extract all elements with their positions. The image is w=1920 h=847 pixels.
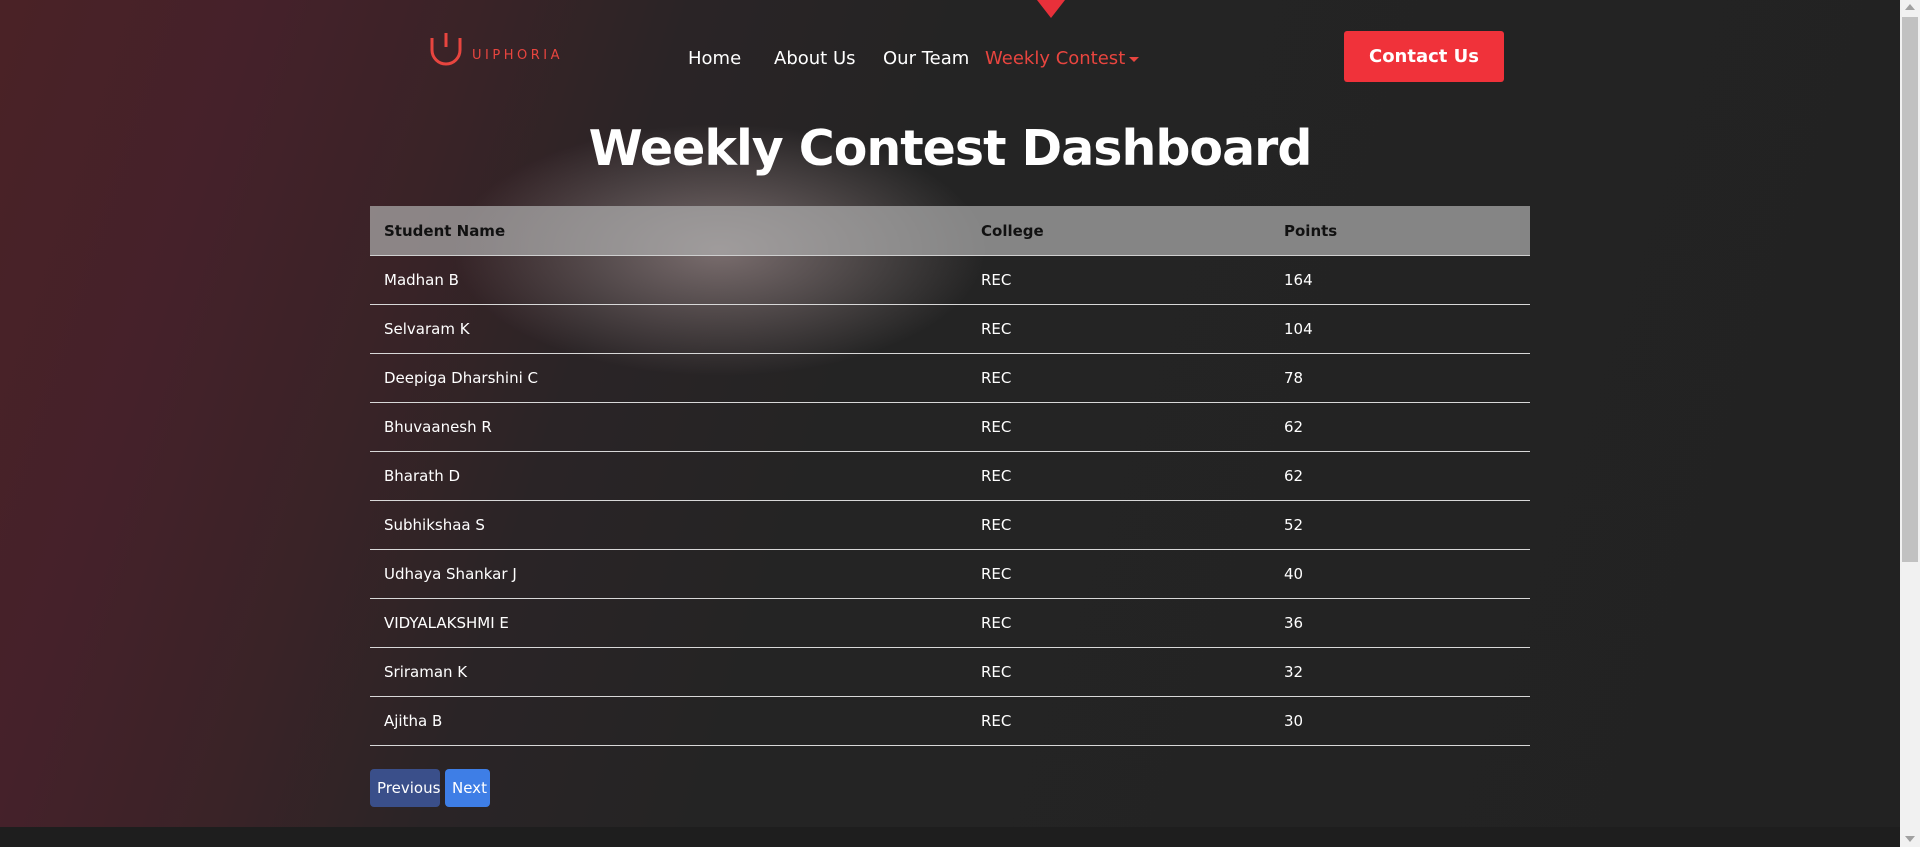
cell-college: REC: [981, 369, 1012, 387]
cell-points: 62: [1284, 467, 1304, 485]
scroll-up-arrow-icon[interactable]: [1905, 4, 1915, 10]
table-row: Ajitha B REC 30: [370, 697, 1530, 746]
nav-item-weekly-contest-label: Weekly Contest: [985, 48, 1126, 69]
cell-student-name: VIDYALAKSHMI E: [384, 614, 509, 632]
table-header: Student Name College Points: [370, 206, 1530, 256]
table-row: Bharath D REC 62: [370, 452, 1530, 501]
cell-points: 32: [1284, 663, 1304, 681]
table-row: Sriraman K REC 32: [370, 648, 1530, 697]
table-row: Madhan B REC 164: [370, 256, 1530, 305]
table-row: VIDYALAKSHMI E REC 36: [370, 599, 1530, 648]
cell-points: 78: [1284, 369, 1304, 387]
cell-college: REC: [981, 712, 1012, 730]
header-points: Points: [1284, 222, 1338, 240]
cell-college: REC: [981, 271, 1012, 289]
table-row: Deepiga Dharshini C REC 78: [370, 354, 1530, 403]
brand-logo[interactable]: UIPHORIA: [428, 30, 563, 66]
table-row: Udhaya Shankar J REC 40: [370, 550, 1530, 599]
cell-student-name: Deepiga Dharshini C: [384, 369, 538, 387]
table-body: Madhan B REC 164 Selvaram K REC 104 Deepiga Dh…: [370, 256, 1530, 746]
cell-college: REC: [981, 565, 1012, 583]
page-title: Weekly Contest Dashboard: [588, 120, 1313, 177]
header-college: College: [981, 222, 1044, 240]
cell-student-name: Selvaram K: [384, 320, 470, 338]
contact-us-button[interactable]: Contact Us: [1344, 31, 1504, 82]
previous-button[interactable]: Previous: [370, 769, 440, 807]
cell-college: REC: [981, 467, 1012, 485]
table-row: Subhikshaa S REC 52: [370, 501, 1530, 550]
table-row: Selvaram K REC 104: [370, 305, 1530, 354]
nav-item-weekly-contest[interactable]: Weekly Contest: [985, 48, 1140, 69]
pagination: Previous Next: [370, 769, 490, 807]
logo-mark-icon: [430, 33, 462, 66]
active-nav-marker: [1037, 0, 1065, 18]
cell-college: REC: [981, 663, 1012, 681]
contest-table: Student Name College Points Madhan B REC 1…: [370, 206, 1530, 746]
next-button[interactable]: Next: [445, 769, 490, 807]
cell-college: REC: [981, 614, 1012, 632]
nav-item-our-team[interactable]: Our Team: [883, 48, 969, 69]
cell-points: 104: [1284, 320, 1313, 338]
scroll-down-arrow-icon[interactable]: [1905, 836, 1915, 842]
cell-points: 36: [1284, 614, 1304, 632]
cell-student-name: Madhan B: [384, 271, 459, 289]
cell-points: 164: [1284, 271, 1313, 289]
cell-student-name: Subhikshaa S: [384, 516, 485, 534]
cell-college: REC: [981, 516, 1012, 534]
cell-student-name: Udhaya Shankar J: [384, 565, 517, 583]
nav-item-home[interactable]: Home: [688, 48, 741, 69]
cell-points: 40: [1284, 565, 1304, 583]
scrollbar-thumb[interactable]: [1902, 17, 1918, 562]
cell-points: 62: [1284, 418, 1304, 436]
cell-points: 52: [1284, 516, 1304, 534]
logo-text: UIPHORIA: [472, 47, 563, 63]
header-student-name: Student Name: [384, 222, 506, 240]
cell-student-name: Ajitha B: [384, 712, 443, 730]
cell-student-name: Bharath D: [384, 467, 461, 485]
nav-item-about-us[interactable]: About Us: [774, 48, 856, 69]
cell-student-name: Bhuvaanesh R: [384, 418, 492, 436]
cell-college: REC: [981, 418, 1012, 436]
table-row: Bhuvaanesh R REC 62: [370, 403, 1530, 452]
dropdown-caret-icon: [1129, 56, 1140, 62]
cell-points: 30: [1284, 712, 1304, 730]
cell-student-name: Sriraman K: [384, 663, 468, 681]
cell-college: REC: [981, 320, 1012, 338]
page-footer-strip: [0, 827, 1900, 847]
